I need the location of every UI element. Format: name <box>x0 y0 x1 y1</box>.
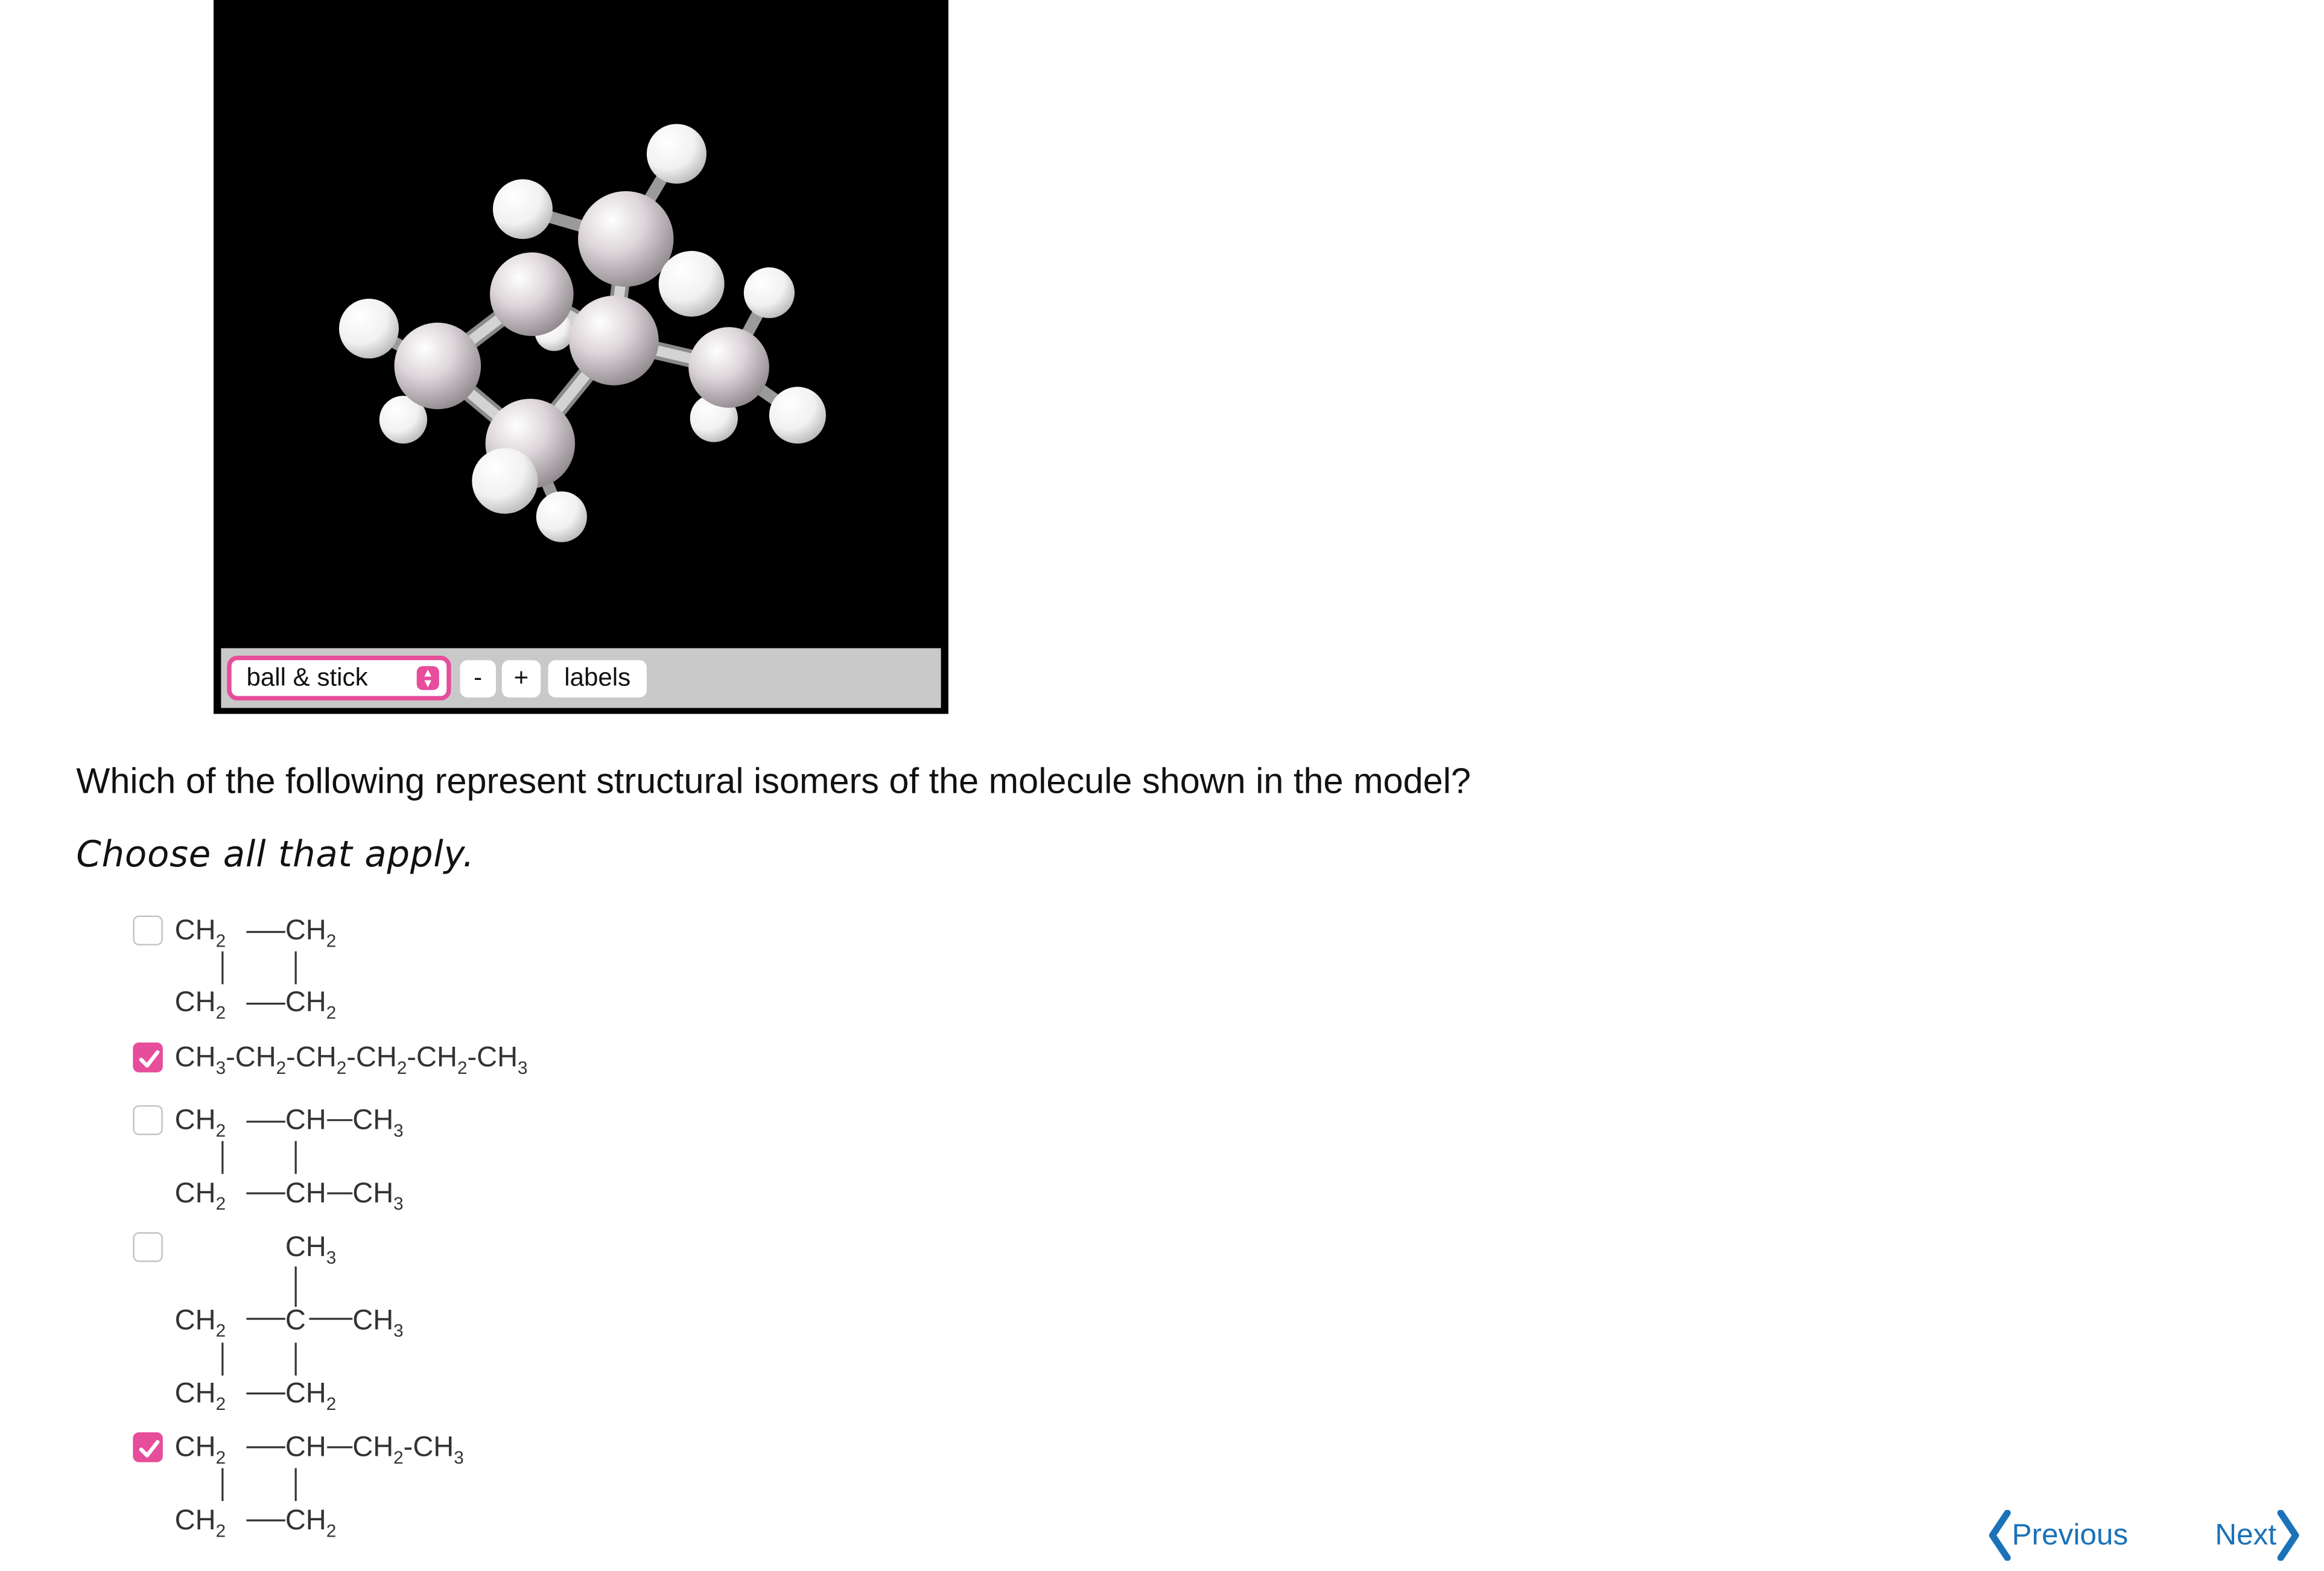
option-1-checkbox[interactable] <box>133 915 163 946</box>
option-3-formula: CH2 CH CH3 CH2 CH CH3 <box>175 1103 404 1214</box>
svg-text:CH2: CH2 <box>175 1103 226 1141</box>
render-style-value: ball & stick <box>246 663 368 692</box>
previous-button[interactable]: Previous <box>1988 1508 2128 1562</box>
option-5-formula: CH2 CH CH2-CH3 CH2 CH2 <box>175 1430 464 1541</box>
instruction-text: Choose all that apply. <box>76 833 475 875</box>
option-2-checkbox[interactable] <box>133 1042 163 1073</box>
option-4-formula: CH3 CH2 C CH3 CH2 CH2 <box>175 1230 404 1414</box>
previous-label: Previous <box>2011 1518 2129 1551</box>
svg-text:CH2: CH2 <box>175 985 226 1023</box>
svg-text:CH3: CH3 <box>352 1303 403 1341</box>
svg-text:CH: CH <box>285 1176 326 1208</box>
molecule-3d-canvas[interactable] <box>214 0 948 648</box>
render-style-select[interactable]: ball & stick ▲ ▼ <box>227 655 451 701</box>
svg-text:CH: CH <box>285 1430 326 1462</box>
svg-text:CH2: CH2 <box>285 985 336 1023</box>
checkmark-icon <box>139 1050 160 1068</box>
molecule-viewer: ball & stick ▲ ▼ - + labels <box>214 0 949 714</box>
next-label: Next <box>2215 1518 2277 1551</box>
option-1-formula: CH2 CH2 CH2 CH2 <box>175 913 337 1023</box>
svg-text:CH2: CH2 <box>175 1176 226 1214</box>
svg-text:CH2: CH2 <box>285 1377 336 1414</box>
chevron-right-icon <box>2277 1509 2299 1561</box>
svg-text:CH3: CH3 <box>285 1230 336 1268</box>
svg-text:CH2: CH2 <box>285 913 336 951</box>
next-button[interactable]: Next <box>2215 1508 2300 1562</box>
option-5-checkbox[interactable] <box>133 1432 163 1462</box>
chevron-left-icon <box>1989 1509 2011 1561</box>
labels-button[interactable]: labels <box>548 660 647 698</box>
viewer-toolbar: ball & stick ▲ ▼ - + labels <box>221 648 941 708</box>
svg-text:CH3-CH2-CH2-CH2-CH2-CH3: CH3-CH2-CH2-CH2-CH2-CH3 <box>175 1041 528 1078</box>
svg-text:CH2: CH2 <box>175 1503 226 1541</box>
svg-text:CH: CH <box>285 1103 326 1135</box>
svg-text:CH3: CH3 <box>352 1176 403 1214</box>
question-text: Which of the following represent structu… <box>76 761 1471 802</box>
checkmark-icon <box>139 1439 160 1458</box>
svg-text:CH2: CH2 <box>175 913 226 951</box>
svg-text:CH3: CH3 <box>352 1103 403 1141</box>
svg-text:CH2: CH2 <box>175 1430 226 1468</box>
zoom-in-button[interactable]: + <box>501 660 541 698</box>
zoom-out-button[interactable]: - <box>460 660 496 698</box>
page: ball & stick ▲ ▼ - + labels Which of the … <box>0 0 2324 1571</box>
option-3-checkbox[interactable] <box>133 1105 163 1135</box>
svg-text:CH2: CH2 <box>175 1303 226 1341</box>
svg-text:C: C <box>285 1303 306 1335</box>
select-arrows-icon: ▲ ▼ <box>416 666 439 690</box>
svg-text:CH2: CH2 <box>285 1503 336 1541</box>
option-4-checkbox[interactable] <box>133 1232 163 1262</box>
svg-text:CH2: CH2 <box>175 1377 226 1414</box>
svg-text:CH2-CH3: CH2-CH3 <box>352 1430 464 1468</box>
option-2-formula: CH3-CH2-CH2-CH2-CH2-CH3 <box>175 1041 528 1078</box>
